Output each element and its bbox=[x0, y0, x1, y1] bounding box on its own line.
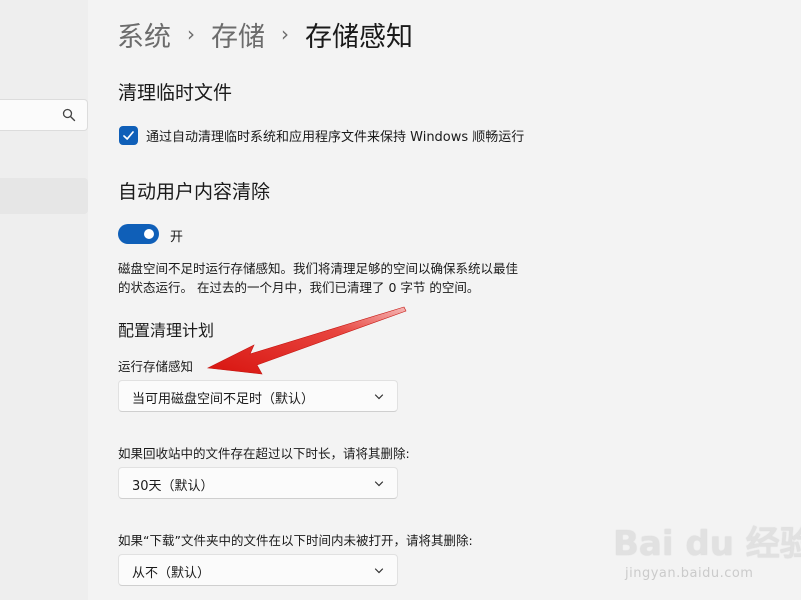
chevron-right-icon: › bbox=[281, 22, 289, 46]
auto-cleanup-description-line1: 磁盘空间不足时运行存储感知。我们将清理足够的空间以确保系统以最佳 bbox=[118, 261, 519, 276]
check-icon bbox=[123, 131, 134, 140]
chevron-down-icon bbox=[374, 481, 384, 487]
recycle-bin-value: 30天（默认） bbox=[132, 479, 214, 494]
sidebar-item-system-selected[interactable] bbox=[0, 178, 88, 214]
chevron-down-icon bbox=[374, 568, 384, 574]
baidu-watermark-url: jingyan.baidu.com bbox=[625, 566, 754, 581]
storage-sense-toggle[interactable] bbox=[118, 224, 159, 244]
cleanup-temp-files-checkbox[interactable] bbox=[119, 126, 138, 145]
page-title: 存储感知 bbox=[305, 21, 413, 53]
search-icon[interactable] bbox=[62, 108, 76, 122]
downloads-folder-value: 从不（默认） bbox=[132, 566, 211, 581]
toggle-knob bbox=[144, 229, 154, 239]
recycle-bin-label: 如果回收站中的文件存在超过以下时长，请将其删除: bbox=[118, 446, 410, 461]
run-storage-sense-dropdown[interactable]: 当可用磁盘空间不足时（默认） bbox=[118, 380, 398, 412]
breadcrumb-storage[interactable]: 存储 bbox=[211, 15, 265, 54]
downloads-folder-label: 如果“下载”文件夹中的文件在以下时间内未被打开，请将其删除: bbox=[118, 533, 473, 548]
section-title-auto-cleanup: 自动用户内容清除 bbox=[118, 181, 271, 203]
auto-cleanup-description-line2: 的状态运行。 在过去的一个月中，我们已清理了 0 字节 的空间。 bbox=[118, 280, 480, 295]
run-storage-sense-label: 运行存储感知 bbox=[118, 359, 194, 374]
recycle-bin-dropdown[interactable]: 30天（默认） bbox=[118, 467, 398, 499]
baidu-watermark-logo: Bai du 经验 bbox=[613, 524, 801, 564]
downloads-folder-dropdown[interactable]: 从不（默认） bbox=[118, 554, 398, 586]
toggle-state-label: 开 bbox=[170, 230, 184, 245]
cleanup-temp-files-label[interactable]: 通过自动清理临时系统和应用程序文件来保持 Windows 顺畅运行 bbox=[146, 126, 524, 145]
breadcrumb: 系统 › 存储 › 存储感知 bbox=[117, 14, 413, 54]
settings-search-input[interactable] bbox=[0, 99, 88, 131]
run-storage-sense-value: 当可用磁盘空间不足时（默认） bbox=[132, 392, 315, 407]
chevron-right-icon: › bbox=[187, 22, 195, 46]
sidebar bbox=[0, 0, 88, 600]
chevron-down-icon bbox=[374, 394, 384, 400]
breadcrumb-system[interactable]: 系统 bbox=[117, 15, 171, 54]
section-title-schedule: 配置清理计划 bbox=[118, 321, 215, 340]
section-title-temp-files: 清理临时文件 bbox=[118, 82, 233, 104]
